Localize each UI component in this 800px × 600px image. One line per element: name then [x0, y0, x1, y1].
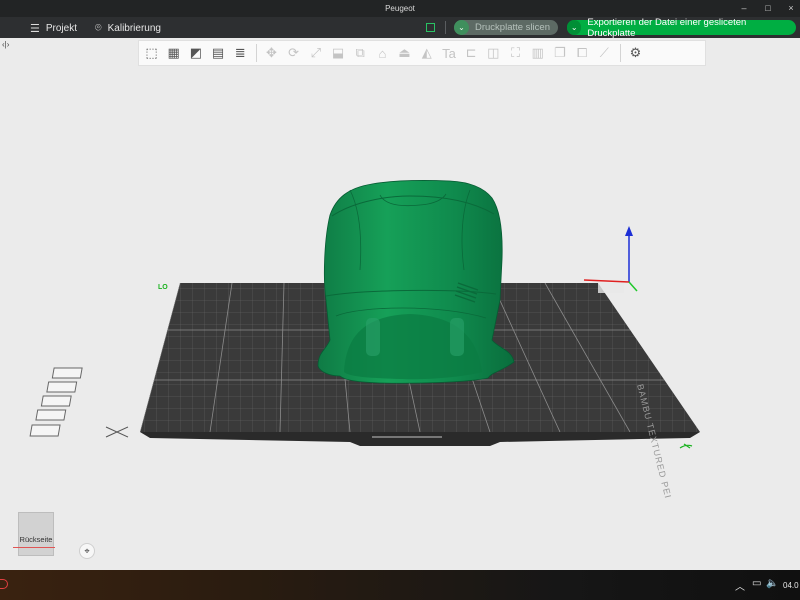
chevron-down-icon[interactable]: ⌄	[567, 20, 582, 35]
project-icon: ☰	[30, 22, 40, 35]
project-label: Projekt	[45, 22, 77, 34]
view-cube-axis	[13, 547, 55, 548]
slice-plate-button[interactable]: ⌄ Druckplatte slicen	[454, 20, 558, 35]
main-toolbar: ☰ Projekt ⌾ Kalibrierung ⌄ Druckplatte s…	[0, 17, 800, 39]
display-icon[interactable]: ▭	[752, 578, 761, 589]
axis-gizmo	[583, 226, 638, 293]
3d-model[interactable]	[317, 180, 515, 384]
title-bar: Peugeot – □ ×	[0, 0, 800, 17]
taskbar-background	[0, 570, 800, 600]
view-cube[interactable]: Rückseite	[13, 512, 55, 556]
view-cube-label: Rückseite	[19, 535, 53, 544]
plate-corner-mark: LO	[158, 284, 168, 291]
maximize-button[interactable]: □	[760, 1, 776, 15]
os-taskbar: ︿ ▭ 🔈 04.0	[0, 570, 800, 600]
chevron-down-icon[interactable]: ⌄	[454, 20, 469, 35]
divider	[445, 21, 446, 34]
plate-view-icon[interactable]	[426, 23, 435, 32]
view-shortcut-icons[interactable]	[29, 367, 83, 437]
minimize-button[interactable]: –	[736, 1, 752, 15]
zoom-fit-icon[interactable]: ⌖	[79, 543, 95, 559]
slice-plate-label: Druckplatte slicen	[475, 22, 550, 33]
plate-handle	[372, 436, 442, 438]
close-button[interactable]: ×	[783, 1, 799, 15]
3d-viewport[interactable]: ‹|› ⬚ ▦ ◩ ▤ ≣ ✥ ⟳ ⤢ ⬓ ⧉ ⌂ ⏏ ◭ Ta ⊏ ◫ ⛶ ▥…	[0, 38, 800, 570]
tray-chevron-icon[interactable]: ︿	[735, 578, 745, 593]
calibration-label: Kalibrierung	[107, 22, 161, 34]
taskbar-clock[interactable]: 04.0	[783, 581, 799, 590]
3d-scene[interactable]: BAMBU TEXTURED PEI LO	[0, 38, 800, 570]
volume-icon[interactable]: 🔈	[766, 578, 778, 589]
close-view-icon	[105, 426, 129, 438]
calibration-icon: ⌾	[95, 21, 102, 34]
export-sliced-file-button[interactable]: ⌄ Exportieren der Datei einer gesliceten…	[567, 17, 796, 39]
calibration-menu[interactable]: ⌾ Kalibrierung	[95, 21, 161, 35]
project-menu[interactable]: ☰ Projekt	[30, 21, 77, 35]
plate-corner-logo	[679, 443, 693, 449]
export-label: Exportieren der Datei einer gesliceten D…	[587, 16, 747, 39]
plate-front-edge	[140, 432, 700, 446]
window-title: Peugeot	[385, 4, 415, 13]
